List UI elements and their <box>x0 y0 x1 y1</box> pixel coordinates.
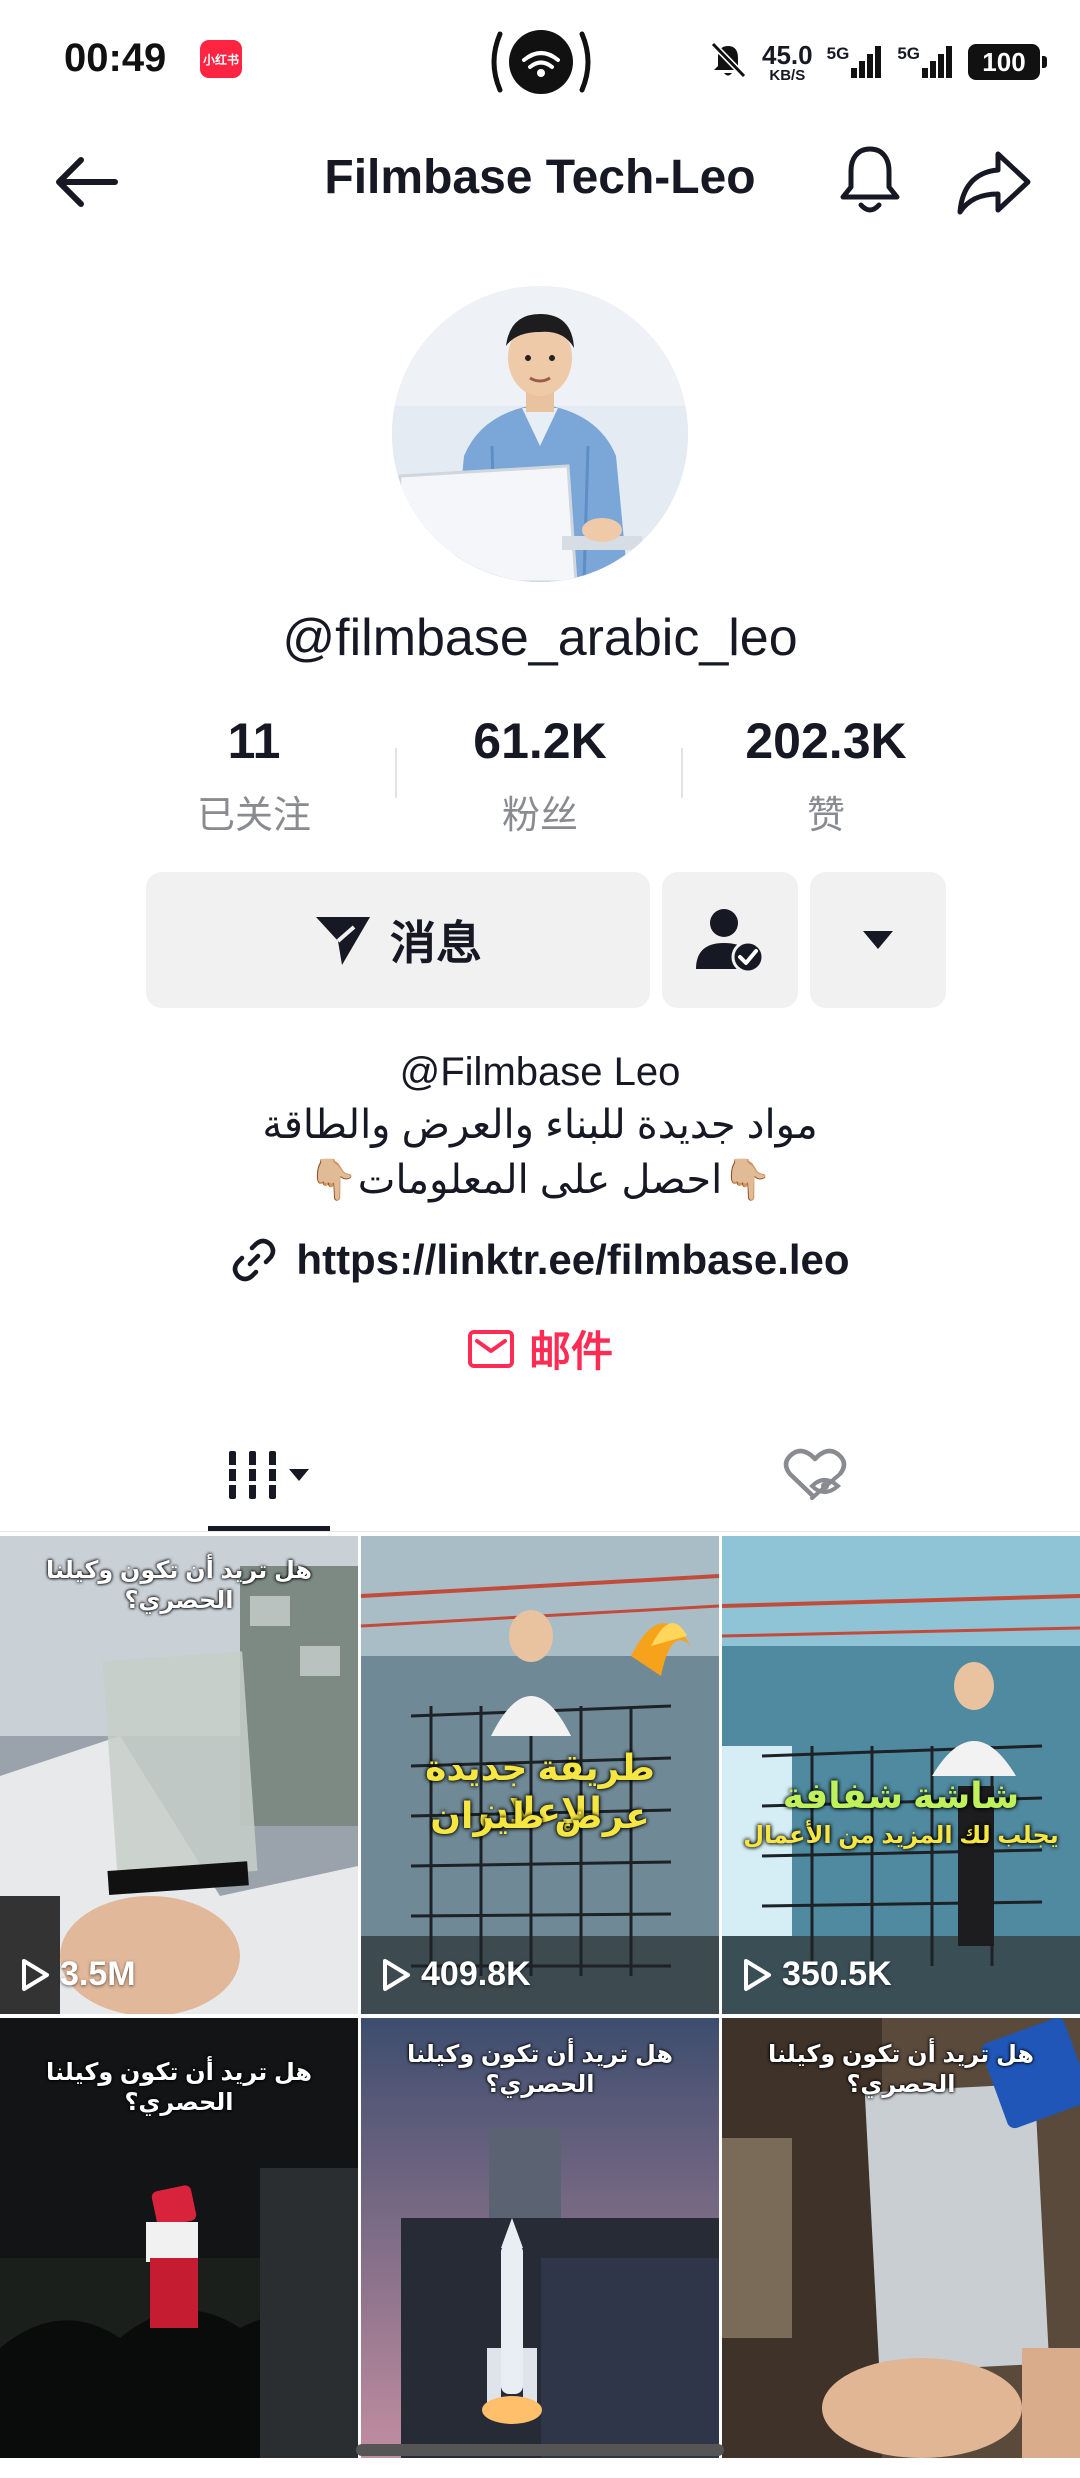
video-caption: هل تريد أن تكون وكيلنا الحصري؟ <box>45 1557 313 1614</box>
grid-videos-icon <box>229 1451 309 1499</box>
video-thumbnail[interactable]: شاشة شفافة يجلب لك المزيد من الأعمال 350… <box>722 1536 1080 2014</box>
battery-indicator: 100 <box>968 44 1047 80</box>
network-speed-value: 45.0 <box>762 39 813 70</box>
message-button[interactable]: 消息 <box>146 872 650 1008</box>
stat-followers[interactable]: 61.2K 粉丝 <box>400 712 680 839</box>
mail-icon <box>467 1329 514 1368</box>
status-time: 00:49 <box>64 36 167 80</box>
video-caption: هل تريد أن تكون وكيلنا الحصري؟ <box>45 2059 313 2116</box>
video-thumbnail[interactable]: طريقة جديدة للإعلان عرض طيران 409.8K <box>361 1536 719 2014</box>
stat-likes[interactable]: 202.3K 赞 <box>686 712 966 839</box>
network-speed-unit: KB/S <box>769 66 806 84</box>
page-title: Filmbase Tech-Leo <box>324 151 756 204</box>
bio-line: مواد جديدة للبناء والعرض والطاقة <box>262 1103 818 1147</box>
bio-line: @Filmbase Leo <box>399 1050 681 1094</box>
stat-likes-value: 202.3K <box>745 713 907 769</box>
hotspot-indicator-icon <box>486 26 596 98</box>
video-views-count: 350.5K <box>782 1955 892 1993</box>
email-button[interactable]: 邮件 <box>0 1318 1080 1379</box>
tabs-divider <box>0 1531 1080 1532</box>
video-caption: هل تريد أن تكون وكيلنا الحصري؟ <box>406 2041 674 2098</box>
profile-link-text[interactable]: https://linktr.ee/filmbase.leo <box>296 1236 849 1284</box>
signal-icon: 5G <box>897 44 954 80</box>
message-button-label: 消息 <box>390 917 482 969</box>
video-views-count: 409.8K <box>421 1955 531 1993</box>
heart-eye-off-icon <box>783 1448 847 1500</box>
video-caption: عرض طيران <box>430 1795 650 1836</box>
video-thumbnail[interactable]: هل تريد أن تكون وكيلنا الحصري؟ <box>722 2018 1080 2458</box>
mute-icon <box>708 40 748 85</box>
profile-handle: @filmbase_arabic_leo <box>282 609 798 667</box>
more-options-dropdown[interactable] <box>810 872 946 1008</box>
bio-line: 👇🏼احصل على المعلومات👇🏼 <box>307 1158 773 1202</box>
stat-followers-label: 粉丝 <box>501 795 578 837</box>
share-arrow-icon <box>957 151 1031 215</box>
play-icon <box>22 1958 49 1991</box>
video-thumbnail[interactable]: هل تريد أن تكون وكيلنا الحصري؟ 3.5M <box>0 1536 358 2014</box>
stat-following-value: 11 <box>227 713 281 769</box>
video-views: 409.8K <box>381 1955 531 1994</box>
home-indicator[interactable] <box>356 2444 724 2456</box>
network-speed: 45.0 KB/S <box>762 42 813 83</box>
video-views: 3.5M <box>20 1955 136 1994</box>
bell-icon <box>840 146 900 213</box>
play-icon <box>744 1958 771 1991</box>
video-caption: يجلب لك المزيد من الأعمال <box>743 1822 1059 1849</box>
send-icon <box>316 917 370 965</box>
profile-link[interactable]: https://linktr.ee/filmbase.leo <box>0 1236 1080 1284</box>
stat-likes-label: 赞 <box>806 795 845 837</box>
tab-videos[interactable] <box>208 1440 330 1510</box>
user-check-icon <box>696 909 765 974</box>
email-button-label: 邮件 <box>528 1328 613 1375</box>
tab-liked-hidden[interactable] <box>770 1440 860 1510</box>
stat-divider <box>395 748 397 798</box>
signal-label: 5G <box>826 44 850 63</box>
following-status-button[interactable] <box>662 872 798 1008</box>
video-caption: هل تريد أن تكون وكيلنا الحصري؟ <box>767 2041 1035 2098</box>
video-thumbnail[interactable]: هل تريد أن تكون وكيلنا الحصري؟ <box>361 2018 719 2458</box>
share-button[interactable] <box>952 144 1036 220</box>
video-views-count: 3.5M <box>60 1955 136 1993</box>
video-caption: شاشة شفافة <box>782 1775 1020 1816</box>
stat-divider <box>681 748 683 798</box>
link-icon <box>233 1238 276 1282</box>
xiaohongshu-app-icon: 小红书 <box>200 40 242 78</box>
signal-label: 5G <box>897 44 920 63</box>
play-icon <box>383 1958 410 1991</box>
stat-followers-value: 61.2K <box>473 713 607 769</box>
notification-bell-button[interactable] <box>830 140 910 220</box>
avatar[interactable] <box>392 286 688 582</box>
caret-down-icon <box>863 931 893 949</box>
signal-icon: 5G <box>827 44 884 80</box>
stat-following[interactable]: 11 已关注 <box>114 712 394 839</box>
stat-following-label: 已关注 <box>196 795 311 837</box>
video-views: 350.5K <box>742 1955 892 1994</box>
video-thumbnail[interactable]: هل تريد أن تكون وكيلنا الحصري؟ <box>0 2018 358 2458</box>
